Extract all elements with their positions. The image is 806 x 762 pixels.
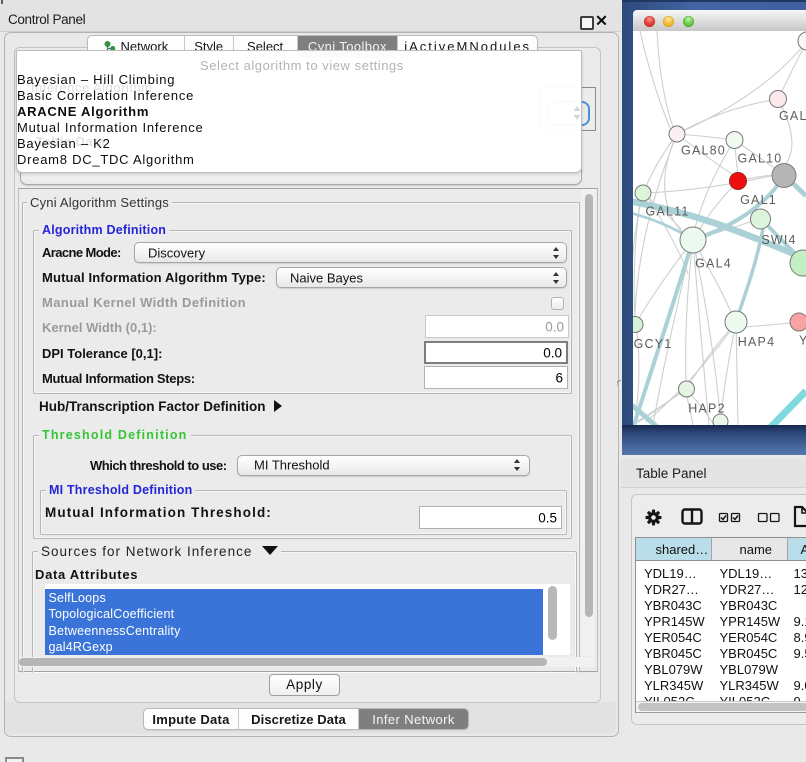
- svg-text:HAP2: HAP2: [688, 402, 725, 416]
- svg-text:GCY1: GCY1: [634, 337, 673, 351]
- svg-text:SWI4: SWI4: [761, 233, 796, 247]
- svg-text:GAL4: GAL4: [695, 257, 732, 271]
- svg-text:GAL2: GAL2: [779, 109, 806, 123]
- svg-text:GAL1: GAL1: [740, 193, 777, 207]
- svg-text:GAL80: GAL80: [681, 144, 726, 158]
- svg-text:YJL: YJL: [799, 334, 806, 348]
- svg-text:GAL10: GAL10: [738, 152, 783, 166]
- svg-text:GAL11: GAL11: [646, 205, 690, 219]
- svg-text:HAP4: HAP4: [738, 335, 775, 349]
